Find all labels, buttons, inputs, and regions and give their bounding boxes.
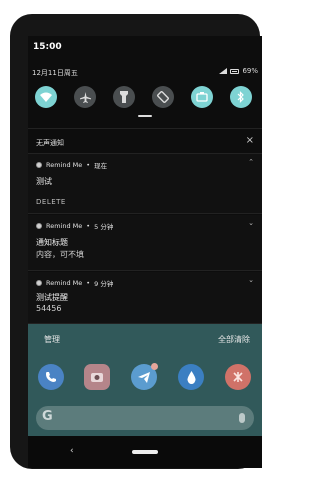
app-name: Remind Me — [46, 222, 83, 230]
separator: • — [86, 279, 91, 287]
notification-time: 9 分钟 — [94, 280, 114, 288]
notification-card[interactable]: Remind Me • 现在 ⌃ 测试 DELETE — [28, 154, 262, 214]
camera-icon — [91, 373, 103, 382]
navigation-bar: ‹ — [28, 436, 262, 468]
notification-title: 测试 — [36, 177, 52, 186]
app-name: Remind Me — [46, 279, 83, 287]
airplane-toggle[interactable] — [74, 86, 96, 108]
flashlight-toggle[interactable] — [113, 86, 135, 108]
notification-time: 现在 — [94, 162, 108, 170]
notification-badge — [151, 363, 158, 370]
home-dock — [28, 363, 262, 398]
bluetooth-icon — [237, 91, 244, 103]
date-text: 12月11日周五 — [32, 69, 78, 77]
separator: • — [86, 222, 91, 230]
expand-chevron-icon[interactable]: ⌄ — [248, 276, 254, 284]
water-drop-icon — [186, 370, 196, 384]
phone-icon — [46, 372, 56, 382]
battery-saver-icon — [196, 92, 208, 102]
delete-action-button[interactable]: DELETE — [36, 198, 66, 206]
notification-title: 测试提醒 — [36, 293, 68, 302]
drag-handle[interactable] — [138, 115, 152, 117]
airplane-icon — [79, 91, 91, 103]
water-app[interactable] — [178, 364, 204, 390]
status-bar: 15:00 — [28, 36, 262, 58]
notification-title: 通知标题 — [36, 238, 68, 247]
home-pill[interactable] — [132, 450, 158, 454]
battery-icon — [230, 68, 240, 74]
manage-button[interactable]: 管理 — [44, 334, 60, 345]
notification-header: Remind Me • 现在 — [36, 160, 107, 170]
battery-saver-toggle[interactable] — [191, 86, 213, 108]
signal-icon — [219, 68, 228, 74]
remind-me-app-icon — [36, 223, 42, 229]
notification-time: 5 分钟 — [94, 223, 114, 231]
separator: • — [86, 161, 91, 169]
remind-me-app-icon — [36, 280, 42, 286]
notification-body: 54456 — [36, 304, 62, 313]
section-title: 无声通知 — [36, 139, 64, 147]
auto-rotate-toggle[interactable] — [152, 86, 174, 108]
flashlight-icon — [120, 91, 128, 103]
notification-header: Remind Me • 9 分钟 — [36, 278, 113, 288]
app-icon — [233, 372, 243, 382]
google-search-bar[interactable]: G — [36, 406, 254, 430]
silent-notifications-header: 无声通知 × — [28, 128, 262, 154]
notification-card[interactable]: Remind Me • 9 分钟 ⌄ 测试提醒 54456 — [28, 272, 262, 324]
unknown-app[interactable] — [225, 364, 251, 390]
status-icons: 69% — [219, 67, 258, 75]
back-icon[interactable]: ‹ — [70, 446, 74, 456]
notification-card[interactable]: Remind Me • 5 分钟 ⌄ 通知标题 内容，可不填 — [28, 215, 262, 271]
telegram-app[interactable] — [131, 363, 158, 390]
screen: 15:00 12月11日周五 69% 无声通知 × Remind Me • 现在… — [28, 36, 262, 468]
collapse-chevron-icon[interactable]: ⌃ — [248, 158, 254, 166]
clock: 15:00 — [33, 42, 62, 52]
close-icon[interactable]: × — [246, 135, 254, 146]
auto-rotate-icon — [157, 91, 169, 103]
date-row: 12月11日周五 69% — [28, 66, 262, 80]
remind-me-app-icon — [36, 162, 42, 168]
app-name: Remind Me — [46, 161, 83, 169]
expand-chevron-icon[interactable]: ⌄ — [248, 219, 254, 227]
quick-settings — [28, 86, 262, 116]
microphone-icon[interactable] — [239, 413, 245, 423]
wifi-icon — [40, 92, 52, 102]
battery-level: 69% — [242, 67, 258, 75]
camera-app[interactable] — [84, 364, 110, 390]
notification-header: Remind Me • 5 分钟 — [36, 221, 113, 231]
google-logo: G — [42, 409, 53, 424]
phone-frame: 15:00 12月11日周五 69% 无声通知 × Remind Me • 现在… — [10, 14, 262, 469]
notification-body: 内容，可不填 — [36, 250, 84, 259]
clear-all-button[interactable]: 全部清除 — [218, 334, 250, 345]
telegram-icon — [138, 371, 150, 383]
phone-app[interactable] — [38, 364, 64, 390]
wifi-toggle[interactable] — [35, 86, 57, 108]
bluetooth-toggle[interactable] — [230, 86, 252, 108]
